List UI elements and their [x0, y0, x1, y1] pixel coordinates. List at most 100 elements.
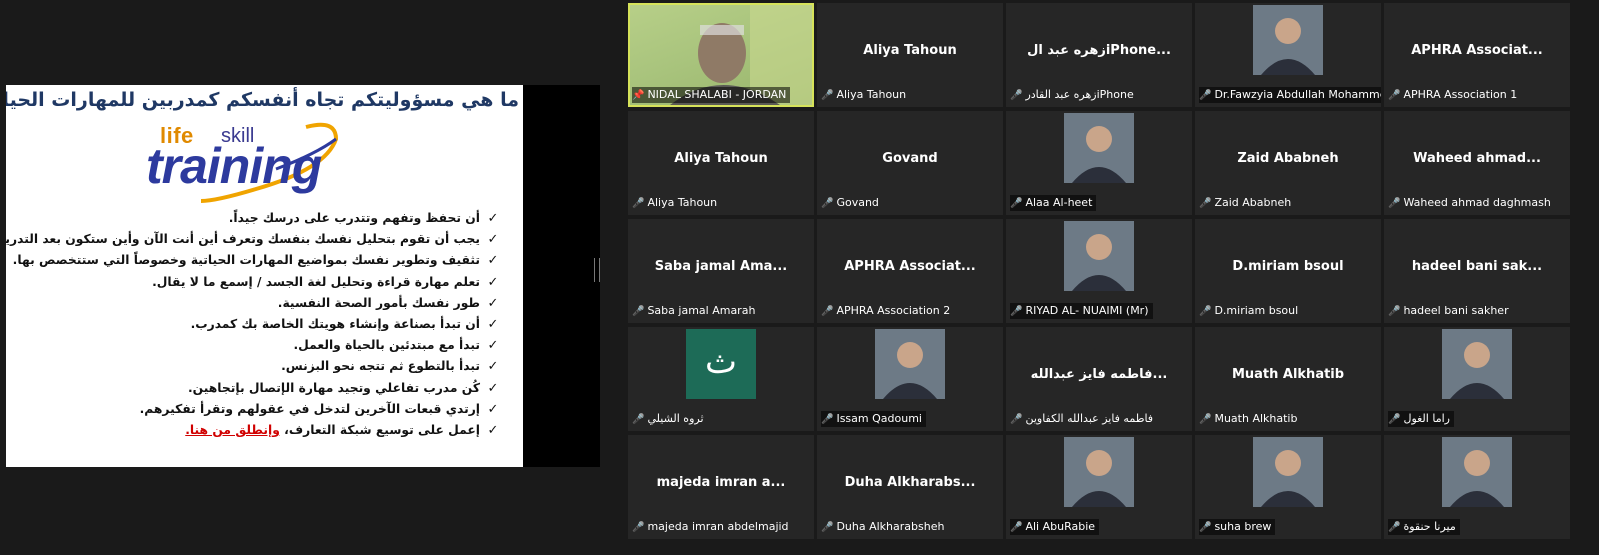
- slide-bullet-item: ✓ تبدأ بالتطوع ثم تتجه نحو البزنس.: [22, 356, 500, 377]
- participant-name-label: 🎤 Govand: [821, 195, 883, 211]
- muted-microphone-icon: 🎤: [1388, 198, 1401, 209]
- muted-microphone-icon: 🎤: [821, 90, 834, 101]
- slide-bullet-text: يجب أن تقوم بتحليل نفسك بنفسك وتعرف أين …: [6, 232, 480, 247]
- participant-name-label: 🎤 ثروه الشيلي: [632, 411, 708, 427]
- participant-tile[interactable]: APHRA Associat... 🎤 APHRA Association 1: [1384, 3, 1570, 107]
- participant-tile[interactable]: Duha Alkharabs... 🎤 Duha Alkharabsheh: [817, 435, 1003, 539]
- participant-tile[interactable]: 🎤 suha brew: [1195, 435, 1381, 539]
- slide-bullet-list: ✓ أن تحفظ وتفهم وتتدرب على درسك جيداً. ✓ ي…: [6, 208, 500, 441]
- participant-name-label: 📌 NIDAL SHALABI - JORDAN: [632, 87, 791, 103]
- check-icon: ✓: [487, 295, 499, 311]
- participant-tile[interactable]: زهره عبد الiPhone... 🎤 زهره عبد القادرiPho…: [1006, 3, 1192, 107]
- participant-name-label: 🎤 Waheed ahmad daghmash: [1388, 195, 1555, 211]
- participant-tile[interactable]: Muath Alkhatib 🎤 Muath Alkhatib: [1195, 327, 1381, 431]
- slide-bullet-item: ✓ يجب أن تقوم بتحليل نفسك بنفسك وتعرف أين…: [6, 229, 500, 250]
- muted-microphone-icon: 🎤: [1388, 90, 1401, 101]
- slide-bullet-text: إعمل على توسيع شبكة التعارف،: [279, 422, 480, 437]
- muted-microphone-icon: 🎤: [1388, 414, 1401, 425]
- participant-tile[interactable]: hadeel bani sak... 🎤 hadeel bani sakher: [1384, 219, 1570, 323]
- participant-name-text: Aliya Tahoun: [647, 196, 718, 209]
- slide-bullet-text: إرتدي قبعات الآخرين لتدخل في عقولهم وتقر…: [139, 401, 481, 416]
- participant-profile-photo: [1064, 113, 1134, 183]
- muted-microphone-icon: 🎤: [1199, 522, 1212, 533]
- muted-microphone-icon: 🎤: [1199, 198, 1212, 209]
- split-view-drag-handle[interactable]: [594, 258, 600, 282]
- participant-display-name: D.miriam bsoul: [1232, 259, 1344, 274]
- slide-bullet-item: ✓ تثقيف وتطوير نفسك بمواضيع المهارات الحي…: [13, 250, 500, 271]
- participant-name-text: D.miriam bsoul: [1214, 304, 1299, 317]
- slide-bullet-item: ✓ إرتدي قبعات الآخرين لتدخل في عقولهم وتق…: [22, 399, 500, 420]
- participant-tile[interactable]: فاطمه فايز عبدالله... 🎤 فاطمه فايز عبدالله…: [1006, 327, 1192, 431]
- participant-tile[interactable]: Govand 🎤 Govand: [817, 111, 1003, 215]
- participant-display-name: Aliya Tahoun: [674, 151, 768, 166]
- participant-tile[interactable]: 🎤 ميرنا حنقوة: [1384, 435, 1570, 539]
- participant-name-label: 🎤 Aliya Tahoun: [632, 195, 721, 211]
- participant-tile[interactable]: APHRA Associat... 🎤 APHRA Association 2: [817, 219, 1003, 323]
- participant-tile[interactable]: 🎤 Alaa Al-heet: [1006, 111, 1192, 215]
- participant-display-name: Waheed ahmad...: [1413, 151, 1541, 166]
- muted-microphone-icon: 🎤: [1388, 306, 1401, 317]
- participant-name-label: 🎤 majeda imran abdelmajid: [632, 519, 793, 535]
- participant-name-text: ثروه الشيلي: [647, 412, 704, 425]
- participant-name-text: hadeel bani sakher: [1403, 304, 1509, 317]
- participant-tile[interactable]: Aliya Tahoun 🎤 Aliya Tahoun: [817, 3, 1003, 107]
- check-icon: ✓: [487, 380, 499, 396]
- participant-name-text: Aliya Tahoun: [836, 88, 907, 101]
- muted-microphone-icon: 🎤: [1199, 414, 1212, 425]
- participant-display-name: hadeel bani sak...: [1411, 259, 1543, 274]
- slide-bullet-text: أن تبدأ بصناعة وإنشاء هويتك الخاصة بك كم…: [190, 316, 481, 331]
- participant-tile[interactable]: D.miriam bsoul 🎤 D.miriam bsoul: [1195, 219, 1381, 323]
- check-icon: ✓: [487, 338, 499, 354]
- participant-tile[interactable]: 🎤 راما الغول: [1384, 327, 1570, 431]
- participant-profile-photo: [1253, 437, 1323, 507]
- participant-tile[interactable]: 🎤 Dr.Fawzyia Abdullah Mohammed: [1195, 3, 1381, 107]
- pin-icon: 📌: [632, 90, 645, 101]
- slide-bullet-item: ✓ كُن مدرب تفاعلي وتجيد مهارة الإتصال بإت…: [22, 378, 500, 399]
- participant-name-label: 🎤 Ali AbuRabie: [1010, 519, 1100, 535]
- participant-name-text: APHRA Association 1: [1403, 88, 1518, 101]
- muted-microphone-icon: 🎤: [821, 198, 834, 209]
- participant-tile[interactable]: 📌 NIDAL SHALABI - JORDAN: [628, 3, 814, 107]
- participant-tile[interactable]: Waheed ahmad... 🎤 Waheed ahmad daghmash: [1384, 111, 1570, 215]
- participant-tile[interactable]: 🎤 Ali AbuRabie: [1006, 435, 1192, 539]
- participant-name-label: 🎤 D.miriam bsoul: [1199, 303, 1302, 319]
- muted-microphone-icon: 🎤: [1388, 522, 1401, 533]
- participant-name-text: فاطمه فايز عبدالله الكفاوين: [1025, 412, 1154, 425]
- check-icon: ✓: [487, 211, 499, 226]
- participant-profile-photo: [1064, 437, 1134, 507]
- participant-tile[interactable]: ث 🎤 ثروه الشيلي: [628, 327, 814, 431]
- participant-tile[interactable]: Aliya Tahoun 🎤 Aliya Tahoun: [628, 111, 814, 215]
- muted-microphone-icon: 🎤: [1010, 414, 1023, 425]
- check-icon: ✓: [487, 253, 499, 269]
- slide-bullet-item: ✓ طور نفسك بأمور الصحة النفسية.: [22, 293, 500, 314]
- participant-name-label: 🎤 Issam Qadoumi: [821, 411, 926, 427]
- participant-name-label: 🎤 APHRA Association 1: [1388, 87, 1521, 103]
- participant-tile[interactable]: Saba jamal Ama... 🎤 Saba jamal Amarah: [628, 219, 814, 323]
- participant-name-text: زهره عبد القادرiPhone: [1025, 88, 1134, 101]
- participant-profile-photo: [1442, 329, 1512, 399]
- participant-profile-photo: [1442, 437, 1512, 507]
- participant-name-label: 🎤 Zaid Ababneh: [1199, 195, 1295, 211]
- slide-bullet-emphasis: وإنطلق من هنا.: [185, 422, 280, 437]
- participant-tile[interactable]: Zaid Ababneh 🎤 Zaid Ababneh: [1195, 111, 1381, 215]
- participant-name-text: Duha Alkharabsheh: [836, 520, 945, 533]
- participant-avatar: ث: [686, 329, 756, 399]
- participant-profile-photo: [1064, 221, 1134, 291]
- participant-name-label: 🎤 راما الغول: [1388, 411, 1454, 427]
- participant-name-text: Alaa Al-heet: [1025, 196, 1093, 209]
- participant-name-text: suha brew: [1214, 520, 1272, 533]
- participant-display-name: Muath Alkhatib: [1231, 367, 1345, 382]
- participant-name-text: Govand: [836, 196, 879, 209]
- participant-display-name: Govand: [882, 151, 938, 166]
- participant-tile[interactable]: 🎤 Issam Qadoumi: [817, 327, 1003, 431]
- muted-microphone-icon: 🎤: [1199, 306, 1212, 317]
- participant-name-label: 🎤 فاطمه فايز عبدالله الكفاوين: [1010, 411, 1157, 427]
- slide-bullet-item: ✓ تعلم مهارة قراءة وتحليل لغة الجسد / إسم…: [22, 272, 500, 293]
- participant-name-label: 🎤 Saba jamal Amarah: [632, 303, 759, 319]
- participant-tile[interactable]: majeda imran a... 🎤 majeda imran abdelmaji…: [628, 435, 814, 539]
- participant-display-name: فاطمه فايز عبدالله...: [1030, 367, 1168, 382]
- slide-bullet-item: ✓ إعمل على توسيع شبكة التعارف، وإنطلق من …: [22, 420, 500, 441]
- participant-name-label: 🎤 suha brew: [1199, 519, 1276, 535]
- participant-tile[interactable]: 🎤 RIYAD AL- NUAIMI (Mr): [1006, 219, 1192, 323]
- participant-name-text: APHRA Association 2: [836, 304, 951, 317]
